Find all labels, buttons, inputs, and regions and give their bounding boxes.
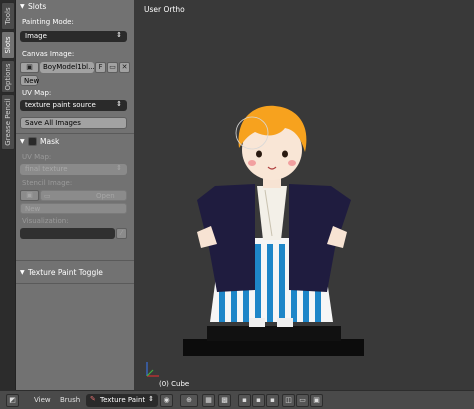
uv-map-label: UV Map: [22,89,52,97]
editor-type-icon[interactable]: ◩ [6,394,19,407]
dropdown-arrows-icon: ⇕ [116,164,122,172]
viewport-header: ◩ View Brush ✎ Texture Paint ⇕ ◉ ⊕ ▦ ▩ ▪… [0,390,474,409]
fake-user-button[interactable]: F [95,62,106,73]
brush-icon: ✎ [90,395,96,403]
left-cheek [248,160,256,166]
view-menu-label: View [34,396,51,404]
new-image-button[interactable]: New [20,75,40,86]
tab-slots[interactable]: Slots [1,31,15,59]
collapse-triangle-icon: ▼ [20,138,25,145]
canvas-image-field[interactable]: BoyModel1bl... [40,62,95,73]
mask-panel-header[interactable]: ▼ Mask [16,135,134,149]
texture-paint-toggle-header[interactable]: ▼ Texture Paint Toggle [16,266,134,280]
mode-label: Texture Paint [100,396,146,404]
tab-grease-pencil[interactable]: Grease Pencil [1,94,15,150]
texture-paint-toggle-title: Texture Paint Toggle [28,268,103,277]
slots-panel-title: Slots [28,2,47,11]
expand-triangle-icon: ▼ [20,269,25,276]
divider [16,283,134,284]
mode-selector[interactable]: ✎ Texture Paint ⇕ [86,394,158,407]
tab-options-label: Options [4,62,12,91]
left-foot [249,318,265,327]
mask-panel-title: Mask [40,137,60,146]
paint-mask-icon[interactable]: ▦ [202,394,215,407]
folder-icon: ▭ [44,192,51,200]
mask-checkbox[interactable] [28,137,37,146]
image-browse-icon[interactable]: ▣ [20,62,39,73]
canvas-image-name: BoyModel1bl... [43,63,95,71]
stencil-image-label: Stencil Image: [22,179,73,187]
render-icon[interactable]: ◫ [282,394,295,407]
layer-icon[interactable]: ▪ [252,394,265,407]
pedestal-top [207,326,341,341]
painting-mode-label: Painting Mode: [22,18,74,26]
tab-tools-label: Tools [4,7,12,25]
collapse-triangle-icon: ▼ [20,3,25,10]
divider [16,133,134,134]
active-object-label: (0) Cube [159,380,190,388]
tool-shelf-panel: ▼ Slots Painting Mode: Image ⇕ Canvas Im… [16,0,134,390]
new-image-label: New [24,77,40,85]
visualization-label: Visualization: [22,217,69,225]
tool-shelf-tabs: Tools Slots Options Grease Pencil [0,0,16,390]
inner-kimono [257,186,287,240]
tab-options[interactable]: Options [1,60,15,93]
mask-uv-map-label: UV Map: [22,153,52,161]
stripe [279,244,285,322]
canvas-image-label: Canvas Image: [22,50,75,58]
fake-user-label: F [98,63,103,71]
right-cheek [288,160,296,166]
folder-icon[interactable]: ▭ [107,62,118,73]
unlink-icon[interactable]: ✕ [119,62,130,73]
dropdown-arrows-icon: ⇕ [148,395,154,403]
brush-menu-label: Brush [60,396,81,404]
vertex-mask-icon[interactable]: ▩ [218,394,231,407]
camera-icon[interactable]: ▭ [296,394,309,407]
dropdown-arrows-icon: ⇕ [116,31,122,39]
tab-grease-pencil-label: Grease Pencil [4,98,12,146]
visualization-color-field[interactable] [20,228,115,239]
painting-mode-dropdown[interactable]: Image ⇕ [20,31,127,42]
save-all-images-button[interactable]: Save All Images [20,117,127,129]
pivot-point-icon[interactable]: ⊕ [180,394,198,407]
render-preview-icon[interactable]: ▣ [310,394,323,407]
stencil-open-button[interactable]: ▭ Open [40,190,127,201]
stencil-new-button[interactable]: New [20,203,127,214]
right-foot [277,318,293,327]
uv-map-dropdown[interactable]: texture paint source ⇕ [20,100,127,111]
slots-panel-header[interactable]: ▼ Slots [16,0,134,14]
left-eye [256,150,262,158]
stencil-browse-icon[interactable]: ▣ [20,190,39,201]
axis-y [146,369,154,377]
uv-map-value: texture paint source [25,101,96,109]
painting-mode-value: Image [25,32,47,40]
save-all-images-label: Save All Images [25,119,81,127]
right-eye [282,150,288,158]
mask-uv-map-dropdown[interactable]: final texture ⇕ [20,164,127,175]
pedestal-base [183,339,364,356]
mask-uv-map-value: final texture [25,165,68,173]
eyedropper-icon[interactable]: ⁄ [116,228,127,239]
dropdown-arrows-icon: ⇕ [116,100,122,108]
tab-tools[interactable]: Tools [1,2,15,30]
stencil-new-label: New [25,205,41,213]
stripe [267,244,273,322]
character-model [146,105,364,377]
layer-icon[interactable]: ▪ [238,394,251,407]
3d-viewport[interactable]: User Ortho (0) Cube [135,0,474,390]
stripe [255,244,261,322]
divider [16,260,134,261]
stencil-open-label: Open [96,192,115,200]
viewport-shading-icon[interactable]: ◉ [160,394,173,407]
tab-slots-label: Slots [4,36,12,54]
layer-icon[interactable]: ▪ [266,394,279,407]
